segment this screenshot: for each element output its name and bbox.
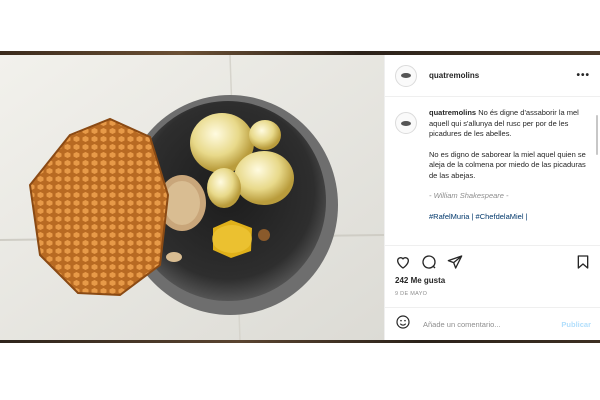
smiley-icon[interactable] <box>395 314 411 335</box>
caption-area: quatremolins No és digne d'assaborir la … <box>385 98 600 244</box>
comment-input[interactable] <box>421 318 555 330</box>
caption-catalan: quatremolins No és digne d'assaborir la … <box>429 108 587 140</box>
post-date: 9 DE MAYO <box>395 291 428 297</box>
caption-quote-author: - William Shakespeare - <box>429 191 509 200</box>
post-header: quatremolins ••• <box>385 55 600 97</box>
caption-hashtags[interactable]: #RafelMuria | #ChefdelaMiel | <box>429 212 587 223</box>
avatar[interactable] <box>395 64 417 87</box>
paper-plane-icon[interactable] <box>447 254 463 270</box>
post-modal: quatremolins ••• quatremolins No és dign… <box>0 55 600 340</box>
post-username[interactable]: quatremolins <box>429 71 479 80</box>
caption-spanish: No es digno de saborear la miel aquel qu… <box>429 149 586 180</box>
caption-row: quatremolins No és digne d'assaborir la … <box>395 108 587 232</box>
post-side-panel: quatremolins ••• quatremolins No és dign… <box>384 55 600 340</box>
caption-avatar[interactable] <box>395 112 417 134</box>
caption-scrollbar[interactable] <box>596 115 598 155</box>
more-dots-icon[interactable]: ••• <box>576 70 590 81</box>
bookmark-icon[interactable] <box>575 254 591 270</box>
page-backdrop-top <box>0 0 600 53</box>
action-row <box>395 252 591 272</box>
avatar-logo-icon <box>401 120 411 126</box>
caption-username[interactable]: quatremolins <box>429 108 476 117</box>
publish-button[interactable]: Publicar <box>561 320 591 329</box>
post-actions: 242 Me gusta 9 DE MAYO <box>385 245 600 297</box>
avatar-logo-icon <box>401 73 411 78</box>
post-photo <box>0 55 384 340</box>
likes-count[interactable]: 242 Me gusta <box>395 276 591 285</box>
comment-bar: Publicar <box>385 307 600 340</box>
heart-icon[interactable] <box>395 254 411 270</box>
page-backdrop-bottom <box>0 343 600 400</box>
comment-icon[interactable] <box>421 254 437 270</box>
caption-text: quatremolins No és digne d'assaborir la … <box>429 108 587 232</box>
